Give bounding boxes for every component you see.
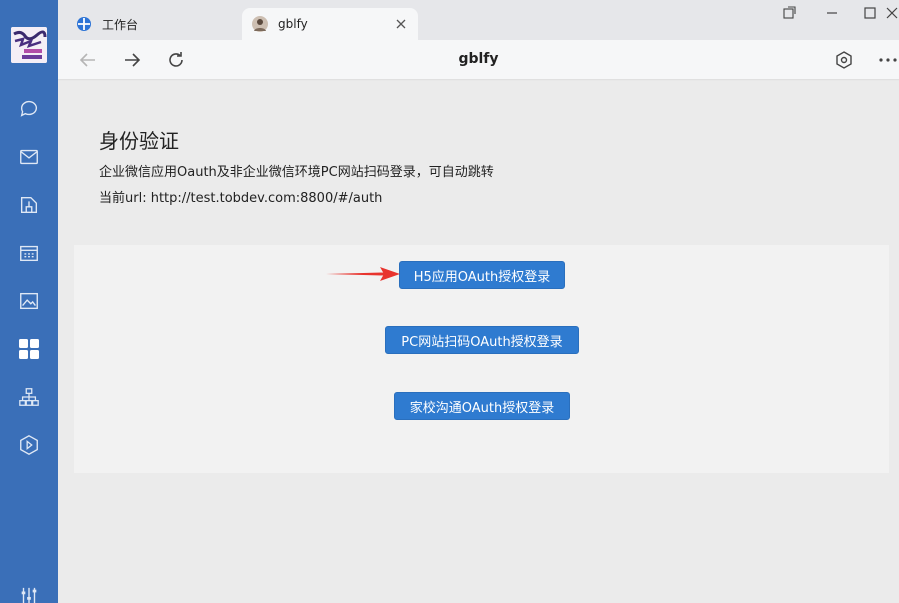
maximize-icon[interactable] [863, 5, 877, 19]
photo-icon[interactable] [17, 289, 41, 313]
mail-icon[interactable] [17, 145, 41, 169]
current-url: 当前url: http://test.tobdev.com:8800/#/aut… [99, 191, 383, 206]
minimize-icon[interactable] [825, 5, 839, 19]
close-icon[interactable] [394, 17, 408, 31]
org-icon[interactable] [17, 385, 41, 409]
avatar[interactable] [11, 27, 47, 63]
chat-icon[interactable] [17, 97, 41, 121]
auth-panel: H5应用OAuth授权登录 PC网站扫码OAuth授权登录 家校沟通OAuth授… [74, 245, 889, 473]
app-sidebar [0, 0, 58, 603]
page-content: 身份验证 企业微信应用Oauth及非企业微信环境PC网站扫码登录，可自动跳转 当… [58, 81, 899, 603]
pc-oauth-button[interactable]: PC网站扫码OAuth授权登录 [385, 326, 579, 354]
tab-strip: 工作台 gblfy [58, 0, 899, 40]
h5-oauth-button[interactable]: H5应用OAuth授权登录 [399, 261, 565, 289]
pin-window-icon[interactable] [782, 5, 796, 19]
page-title: gblfy [458, 51, 499, 67]
calendar-icon[interactable] [17, 241, 41, 265]
window-close-icon[interactable] [886, 5, 898, 19]
workbench-icon [76, 16, 92, 32]
settings-icon[interactable] [17, 585, 41, 603]
page-description: 企业微信应用Oauth及非企业微信环境PC网站扫码登录，可自动跳转 [99, 165, 494, 180]
school-oauth-button[interactable]: 家校沟通OAuth授权登录 [394, 392, 570, 420]
docs-icon[interactable] [17, 193, 41, 217]
avatar-icon [252, 16, 268, 32]
miniapp-icon[interactable] [17, 433, 41, 457]
tab-label: 工作台 [102, 17, 139, 32]
page-heading: 身份验证 [99, 129, 179, 153]
tab-workbench[interactable]: 工作台 [76, 8, 242, 40]
apps-icon[interactable] [17, 337, 41, 361]
red-arrow-annotation [326, 267, 400, 281]
more-icon[interactable] [878, 50, 898, 70]
settings-hex-icon[interactable] [834, 50, 854, 70]
tab-label: gblfy [278, 17, 308, 31]
browser-toolbar: gblfy [58, 40, 899, 80]
tab-gblfy[interactable]: gblfy [242, 8, 418, 40]
